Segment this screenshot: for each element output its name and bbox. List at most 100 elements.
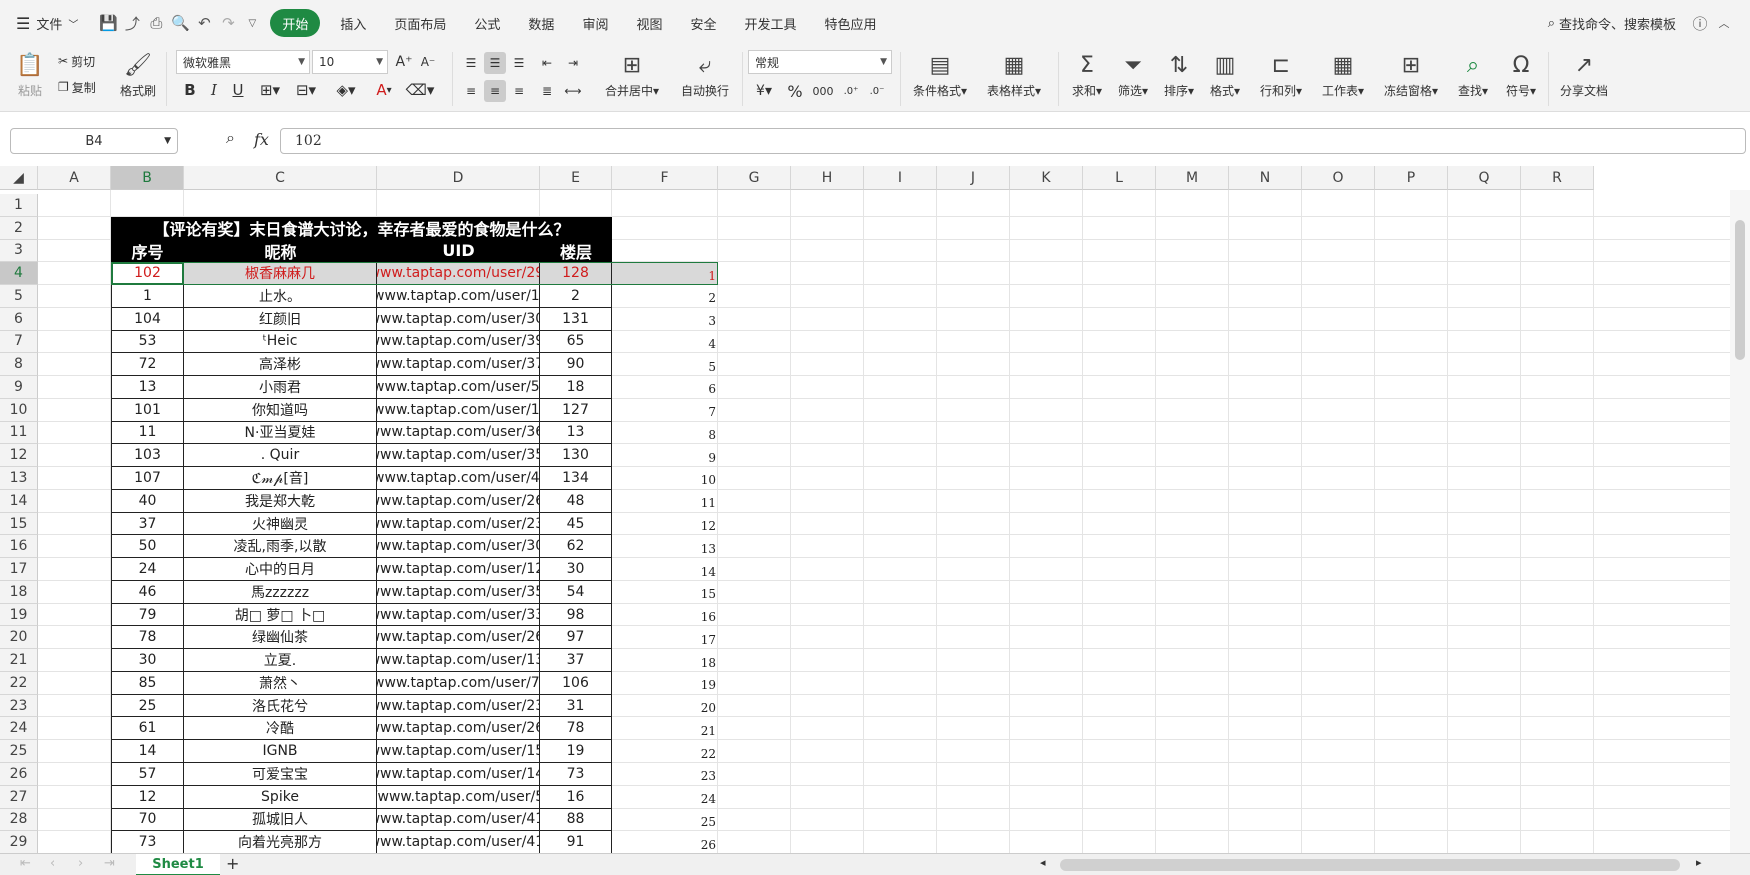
increase-font-icon[interactable]: A⁺ (394, 52, 414, 72)
table-cell[interactable]: 冷酷 (184, 717, 377, 741)
table-cell[interactable]: 可爱宝宝 (184, 763, 377, 786)
row-header[interactable]: 2 (0, 216, 38, 240)
table-cell[interactable]: https://www.taptap.com/user/26020747 (377, 489, 540, 513)
row-header[interactable]: 27 (0, 785, 38, 809)
tab-formulas[interactable]: 公式 (460, 9, 514, 37)
row-header[interactable]: 4 (0, 262, 38, 286)
customize-icon[interactable]: ▽ (240, 11, 264, 35)
freeze-panes-button[interactable]: ⊞ 冻结窗格▾ (1376, 48, 1446, 99)
table-cell[interactable]: 2 (540, 285, 612, 308)
table-cell[interactable]: https://www.taptap.com/user/15711938 (377, 740, 540, 763)
row-header[interactable]: 24 (0, 717, 38, 741)
table-cell[interactable]: 97 (540, 626, 612, 650)
table-cell[interactable]: https://www.taptap.com/user/23738118 (377, 512, 540, 536)
column-header-c[interactable]: C (184, 166, 377, 190)
table-cell[interactable]: https://www.taptap.com/user/14875170 (377, 763, 540, 786)
table-cell[interactable]: 53 (111, 330, 184, 354)
table-cell[interactable]: 胡□ 萝□ 卜□ (184, 603, 377, 627)
format-painter-button[interactable]: 🖌 格式刷 (116, 48, 160, 99)
save-icon[interactable]: 💾 (96, 11, 120, 35)
row-header[interactable]: 16 (0, 535, 38, 559)
index-cell[interactable]: 3 (612, 308, 718, 331)
table-cell[interactable]: IGNB (184, 740, 377, 763)
align-left-icon[interactable]: ≡ (460, 80, 482, 102)
distribute-icon[interactable]: ⟷ (562, 80, 584, 102)
row-header[interactable]: 20 (0, 626, 38, 650)
table-style-button[interactable]: ▦ 表格样式▾ (980, 48, 1048, 99)
table-cell[interactable]: 18 (540, 376, 612, 399)
index-cell[interactable]: 18 (612, 649, 718, 672)
table-cell[interactable]: 14 (111, 740, 184, 763)
index-cell[interactable]: 20 (612, 695, 718, 718)
column-header-h[interactable]: H (791, 166, 864, 190)
column-header-o[interactable]: O (1302, 166, 1375, 190)
help-icon[interactable]: ⓘ (1688, 11, 1712, 35)
table-cell[interactable]: 13 (540, 421, 612, 445)
index-cell[interactable]: 22 (612, 740, 718, 763)
index-cell[interactable]: 2 (612, 285, 718, 308)
filter-button[interactable]: ⏷ 筛选▾ (1112, 48, 1154, 99)
table-cell[interactable]: 130 (540, 444, 612, 468)
print-icon[interactable]: ⎙ (144, 11, 168, 35)
table-cell[interactable]: 50 (111, 535, 184, 559)
row-header[interactable]: 18 (0, 580, 38, 604)
table-cell[interactable]: 48 (540, 489, 612, 513)
next-sheet-icon[interactable]: › (78, 856, 83, 871)
table-cell[interactable]: 101 (111, 398, 184, 422)
table-cell[interactable]: https://www.taptap.com/user/563346 (377, 785, 540, 809)
table-cell[interactable]: https://www.taptap.com/user/36324578 (377, 421, 540, 445)
table-cell[interactable]: https://www.taptap.com/user/7796261 (377, 671, 540, 695)
index-cell[interactable]: 25 (612, 809, 718, 832)
table-cell[interactable]: 洛氏花兮 (184, 694, 377, 718)
underline-button[interactable]: U (228, 80, 248, 100)
table-cell[interactable]: https://www.taptap.com/user/1695165 (377, 398, 540, 422)
table-cell[interactable]: 25 (111, 694, 184, 718)
justify-icon[interactable]: ≣ (536, 80, 558, 102)
table-cell[interactable]: https://www.taptap.com/user/41567038 (377, 808, 540, 832)
column-header-p[interactable]: P (1375, 166, 1448, 190)
index-cell[interactable]: 7 (612, 399, 718, 422)
table-cell[interactable]: 65 (540, 330, 612, 354)
font-size-select[interactable]: 10 ▼ (312, 50, 388, 74)
column-header-g[interactable]: G (718, 166, 791, 190)
table-cell[interactable]: 127 (540, 398, 612, 422)
vertical-scrollbar[interactable] (1730, 190, 1750, 853)
table-cell[interactable]: 19 (540, 740, 612, 763)
column-header-f[interactable]: F (612, 166, 718, 190)
table-cell[interactable]: 91 (540, 831, 612, 853)
tab-view[interactable]: 视图 (622, 9, 676, 37)
index-cell[interactable]: 14 (612, 558, 718, 581)
index-cell[interactable]: 10 (612, 467, 718, 490)
index-cell[interactable]: 16 (612, 604, 718, 627)
italic-button[interactable]: I (204, 80, 224, 100)
row-header[interactable]: 25 (0, 740, 38, 763)
row-header[interactable]: 8 (0, 353, 38, 377)
table-cell[interactable]: https://www.taptap.com/user/5701791 (377, 376, 540, 399)
row-header[interactable]: 26 (0, 763, 38, 786)
file-menu[interactable]: ☰ 文件 ﹀ (8, 9, 86, 37)
table-cell[interactable]: https://www.taptap.com/user/30734325 (377, 535, 540, 559)
column-header-k[interactable]: K (1010, 166, 1083, 190)
indent-increase-icon[interactable]: ⇥ (562, 52, 584, 74)
row-header[interactable]: 22 (0, 671, 38, 695)
table-title[interactable]: 【评论有奖】末日食谱大讨论，幸存者最爱的食物是什么？ (111, 216, 612, 240)
table-cell[interactable]: 24 (111, 558, 184, 581)
table-cell[interactable]: https://www.taptap.com/user/33590170 (377, 603, 540, 627)
table-cell[interactable]: 72 (111, 353, 184, 377)
row-header[interactable]: 6 (0, 307, 38, 331)
align-top-icon[interactable]: ☰ (460, 52, 482, 74)
column-header-q[interactable]: Q (1448, 166, 1521, 190)
table-cell[interactable]: 134 (540, 467, 612, 490)
redo-icon[interactable]: ↷ (216, 11, 240, 35)
table-cell[interactable]: N·亚当夏娃 (184, 421, 377, 445)
row-header[interactable]: 10 (0, 398, 38, 422)
row-header[interactable]: 5 (0, 285, 38, 308)
row-col-button[interactable]: ⊏ 行和列▾ (1252, 48, 1310, 99)
table-cell[interactable]: ℭ𝓂𝓅[音] (184, 467, 377, 490)
table-cell[interactable]: https://www.taptap.com/user/13968079 (377, 649, 540, 672)
table-cell[interactable]: 37 (111, 512, 184, 536)
table-cell[interactable]: 16 (540, 785, 612, 809)
column-header-i[interactable]: I (864, 166, 937, 190)
table-cell[interactable]: 31 (540, 694, 612, 718)
worksheet-button[interactable]: ▦ 工作表▾ (1314, 48, 1372, 99)
